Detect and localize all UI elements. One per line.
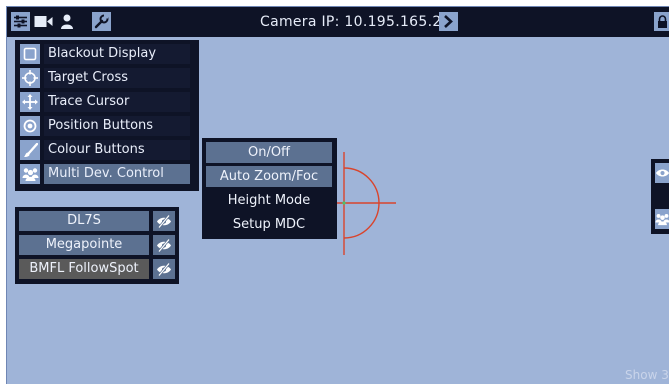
show-label: Show 3 bbox=[625, 368, 669, 382]
setup-mdc-button[interactable]: Setup MDC bbox=[206, 214, 332, 235]
mdc-submenu: On/Off Auto Zoom/Foc Height Mode Setup M… bbox=[202, 138, 337, 239]
menu-item-position-buttons[interactable]: Position Buttons bbox=[15, 115, 199, 137]
target-dot-icon bbox=[20, 116, 40, 136]
lock-icon[interactable] bbox=[654, 12, 669, 31]
sliders-icon[interactable] bbox=[11, 12, 30, 31]
auto-zoom-focus-button[interactable]: Auto Zoom/Foc bbox=[206, 166, 332, 187]
square-outline-icon bbox=[20, 44, 40, 64]
menu-item-label: Colour Buttons bbox=[44, 140, 190, 160]
height-mode-button[interactable]: Height Mode bbox=[206, 190, 332, 211]
menu-item-colour-buttons[interactable]: Colour Buttons bbox=[15, 139, 199, 161]
menu-item-label: Trace Cursor bbox=[44, 92, 190, 112]
user-icon[interactable] bbox=[57, 12, 76, 31]
device-bmfl-followspot-button[interactable]: BMFL FollowSpot bbox=[19, 259, 149, 279]
eye-slash-icon[interactable] bbox=[153, 259, 175, 279]
users-icon[interactable] bbox=[655, 209, 669, 229]
menu-item-blackout-display[interactable]: Blackout Display bbox=[15, 43, 199, 65]
menu-item-label: Position Buttons bbox=[44, 116, 190, 136]
eye-slash-icon[interactable] bbox=[153, 211, 175, 231]
camera-ip-title: Camera IP: 10.195.165.22 bbox=[260, 14, 451, 30]
crosshair-icon bbox=[20, 68, 40, 88]
camera-view[interactable]: Camera IP: 10.195.165.22 Blackout Displa… bbox=[6, 6, 669, 384]
menu-item-multi-dev-control[interactable]: Multi Dev. Control bbox=[15, 163, 199, 185]
device-list: DL7S Megapointe BMFL FollowSpot bbox=[15, 207, 179, 284]
video-camera-icon[interactable] bbox=[34, 12, 53, 31]
right-side-panel bbox=[651, 159, 669, 234]
device-dl7s-button[interactable]: DL7S bbox=[19, 211, 149, 231]
menu-item-trace-cursor[interactable]: Trace Cursor bbox=[15, 91, 199, 113]
menu-item-label: Target Cross bbox=[44, 68, 190, 88]
overlay-menu: Blackout Display Target Cross Trace Curs… bbox=[15, 40, 199, 191]
menu-item-label: Blackout Display bbox=[44, 44, 190, 64]
menu-item-label: Multi Dev. Control bbox=[44, 164, 190, 184]
paint-brush-icon bbox=[20, 140, 40, 160]
menu-item-target-cross[interactable]: Target Cross bbox=[15, 67, 199, 89]
eye-slash-icon[interactable] bbox=[153, 235, 175, 255]
device-megapointe-button[interactable]: Megapointe bbox=[19, 235, 149, 255]
on-off-button[interactable]: On/Off bbox=[206, 142, 332, 163]
top-toolbar: Camera IP: 10.195.165.22 bbox=[7, 7, 669, 37]
move-cross-icon bbox=[20, 92, 40, 112]
users-icon bbox=[20, 164, 40, 184]
eye-icon[interactable] bbox=[655, 163, 669, 183]
wrench-icon[interactable] bbox=[92, 12, 111, 31]
chevron-right-icon[interactable] bbox=[439, 12, 458, 31]
target-crosshair bbox=[331, 152, 396, 255]
